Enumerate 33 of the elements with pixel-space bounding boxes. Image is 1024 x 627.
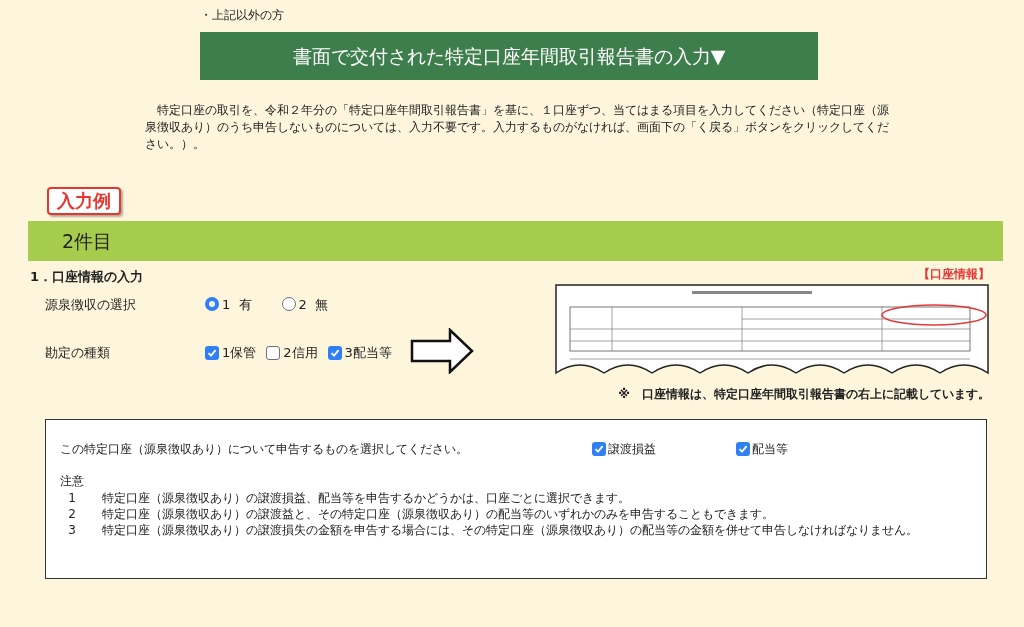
checkbox[interactable] bbox=[205, 346, 219, 360]
option-label: 1保管 bbox=[222, 344, 257, 363]
example-label: 入力例 bbox=[47, 187, 121, 215]
checkbox[interactable] bbox=[266, 346, 281, 360]
option-label: 譲渡損益 bbox=[608, 441, 656, 458]
note-text: 特定口座（源泉徴収あり）の譲渡損失の金額を申告する場合には、その特定口座（源泉徴収あり）の配当等の金額を併せて申告しなければなりません。 bbox=[102, 522, 919, 538]
option-label: 配当等 bbox=[752, 441, 788, 458]
note-number: 1 bbox=[67, 490, 77, 506]
image-note: ※ 口座情報は、特定口座年間取引報告書の右上に記載しています。 bbox=[618, 386, 990, 403]
checkbox[interactable] bbox=[736, 442, 750, 456]
radio-button[interactable] bbox=[205, 297, 219, 312]
notes-title: 注意 bbox=[60, 473, 85, 490]
note-number: 3 bbox=[67, 522, 77, 538]
field-label: 勘定の種類 bbox=[45, 344, 111, 363]
top-note: ・上記以外の方 bbox=[200, 8, 284, 22]
banner-button[interactable]: 書面で交付された特定口座年間取引報告書の入力▼ bbox=[200, 32, 818, 80]
option-label: 3配当等 bbox=[344, 344, 392, 363]
note-text: 特定口座（源泉徴収あり）の譲渡益と、その特定口座（源泉徴収あり）の配当等のいずれかのみを申告することもできます。 bbox=[102, 506, 775, 522]
intro-text: 特定口座の取引を、令和２年分の「特定口座年間取引報告書」を基に、１口座ずつ、当てはまる項目を入力してください（特定口座（源泉徴収あり）のうち申告しないものについては、入力不要です。入力するものがなければ、画面下の「く戻る」ボタンをクリックしてください。）。 bbox=[145, 102, 890, 153]
declare-prompt: この特定口座（源泉徴収あり）について申告するものを選択してください。 bbox=[60, 441, 469, 458]
option-label: 2信用 bbox=[283, 344, 318, 363]
option-label: 2 無 bbox=[298, 295, 329, 314]
section-title: 2件目 bbox=[62, 228, 113, 254]
radio-button[interactable] bbox=[281, 297, 296, 312]
checkbox[interactable] bbox=[592, 442, 606, 456]
checkbox[interactable] bbox=[327, 346, 342, 360]
image-tag: 【口座情報】 bbox=[918, 265, 990, 283]
arrow-icon bbox=[409, 328, 474, 374]
option-label: 1 有 bbox=[222, 295, 252, 314]
note-text: 特定口座（源泉徴収あり）の譲渡損益、配当等を申告するかどうかは、口座ごとに選択できます。 bbox=[102, 490, 631, 506]
field-label: 源泉徴収の選択 bbox=[45, 295, 137, 314]
note-number: 2 bbox=[67, 506, 77, 522]
section-heading: 1．口座情報の入力 bbox=[30, 268, 145, 286]
